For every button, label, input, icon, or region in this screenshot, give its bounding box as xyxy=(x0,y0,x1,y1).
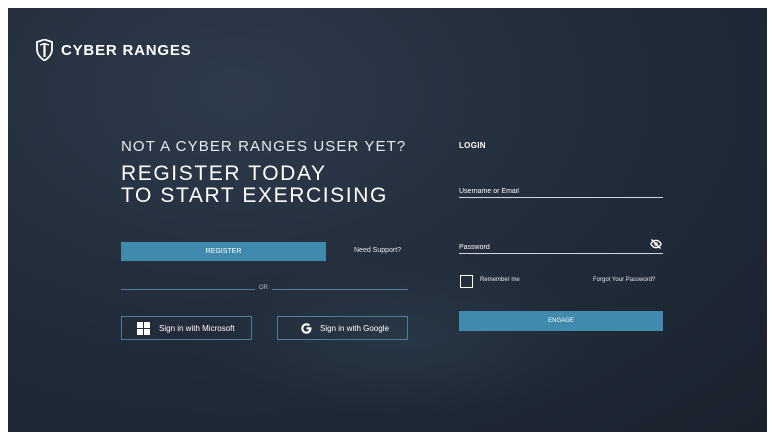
eye-slash-icon[interactable] xyxy=(650,239,662,249)
remember-me-checkbox[interactable] xyxy=(460,275,473,288)
google-icon xyxy=(300,322,313,335)
forgot-password-link[interactable]: Forgot Your Password? xyxy=(593,277,655,283)
login-heading: LOGIN xyxy=(459,141,486,150)
divider-left xyxy=(121,289,255,290)
sign-in-google-label: Sign in with Google xyxy=(320,323,389,333)
shield-logo-icon xyxy=(36,39,53,61)
sign-in-microsoft-label: Sign in with Microsoft xyxy=(159,323,235,333)
intro-headline: REGISTER TODAY TO START EXERCISING xyxy=(121,163,388,207)
engage-button[interactable]: ENGAGE xyxy=(459,311,663,331)
password-input[interactable] xyxy=(459,239,663,256)
headline-line-2: TO START EXERCISING xyxy=(121,184,388,207)
brand-name: CYBER RANGES xyxy=(61,41,192,59)
headline-line-1: REGISTER TODAY xyxy=(121,162,327,185)
sign-in-microsoft-button[interactable]: Sign in with Microsoft xyxy=(121,316,252,340)
microsoft-icon xyxy=(137,321,150,335)
remember-me-label: Remember me xyxy=(480,277,520,283)
sign-in-google-button[interactable]: Sign in with Google xyxy=(277,316,408,340)
username-field-wrapper xyxy=(459,180,663,200)
divider-right xyxy=(272,289,408,290)
intro-question: NOT A CYBER RANGES USER YET? xyxy=(121,138,407,155)
login-page-background: CYBER RANGES NOT A CYBER RANGES USER YET… xyxy=(8,8,767,432)
password-field-wrapper xyxy=(459,236,663,256)
brand-header: CYBER RANGES xyxy=(36,39,191,61)
need-support-link[interactable]: Need Support? xyxy=(354,247,401,254)
register-button[interactable]: REGISTER xyxy=(121,242,326,261)
divider-or-text: OR xyxy=(259,285,268,291)
username-input[interactable] xyxy=(459,183,663,200)
